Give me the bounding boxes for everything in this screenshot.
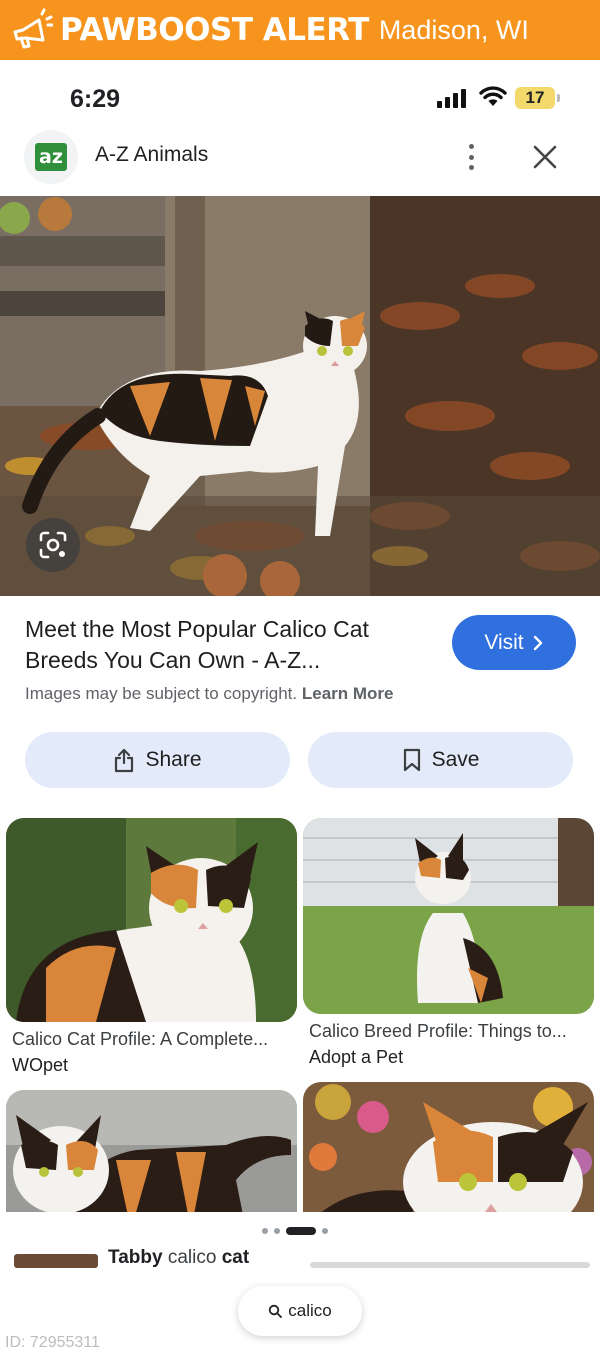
chevron-right-icon [533, 635, 542, 650]
banner-brand: PAWBOOST ALERT [60, 12, 369, 48]
logo-text: az [35, 143, 67, 171]
learn-more-link[interactable]: Learn More [302, 684, 394, 703]
related-image-1[interactable] [6, 818, 297, 1022]
battery-tip [557, 94, 560, 102]
calico-cat-photo [6, 1090, 297, 1230]
wifi-icon [479, 85, 507, 112]
listing-id: ID: 72955311 [5, 1334, 100, 1351]
partial-caption-middle: calico [162, 1247, 222, 1268]
signal-icon [437, 88, 466, 108]
related-image-2[interactable] [303, 818, 594, 1014]
related-source-1: WOpet [12, 1055, 69, 1075]
bookmark-icon [403, 748, 420, 772]
calico-cat-photo [6, 818, 297, 1022]
main-image[interactable] [0, 196, 600, 596]
pawboost-banner: PAWBOOST ALERT Madison, WI [0, 0, 600, 60]
partial-caption-suffix: cat [221, 1247, 250, 1268]
visit-button[interactable]: Visit [452, 615, 576, 670]
save-button[interactable]: Save [308, 732, 573, 788]
partial-caption-prefix: Tabby [108, 1247, 163, 1268]
visit-label: Visit [484, 630, 524, 654]
status-bar: 6:29 17 [0, 60, 600, 132]
calico-cat-photo [303, 818, 594, 1014]
copyright-text: Images may be subject to copyright. [25, 684, 298, 703]
copyright-notice: Images may be subject to copyright. Lear… [25, 684, 394, 704]
battery-icon: 17 [515, 87, 555, 109]
banner-location: Madison, WI [378, 14, 529, 45]
search-pill[interactable]: calico [238, 1286, 362, 1336]
search-query: calico [288, 1301, 332, 1320]
share-button[interactable]: Share [25, 732, 290, 788]
status-time: 6:29 [70, 85, 121, 113]
lens-icon[interactable] [26, 518, 80, 572]
partial-thumbnail [14, 1254, 98, 1268]
app-header: az A-Z Animals [0, 130, 600, 190]
related-caption-2[interactable]: Calico Breed Profile: Things to... [309, 1021, 567, 1042]
related-source-2: Adopt a Pet [309, 1047, 404, 1067]
battery-level: 17 [525, 88, 545, 107]
save-label: Save [431, 748, 480, 771]
site-logo[interactable]: az [24, 130, 78, 184]
related-image-4[interactable] [303, 1082, 594, 1230]
megaphone-icon [8, 7, 54, 53]
close-icon[interactable] [530, 142, 560, 172]
more-vert-icon[interactable] [460, 142, 482, 172]
share-label: Share [145, 748, 202, 771]
partial-caption: Tabby calico cat [108, 1247, 249, 1269]
calico-cat-photo [303, 1082, 594, 1230]
related-image-3[interactable] [6, 1090, 297, 1230]
result-title[interactable]: Meet the Most Popular Calico Cat Breeds … [25, 614, 435, 676]
page-indicator [262, 1227, 328, 1235]
partial-card-edge [310, 1262, 590, 1268]
share-icon [115, 748, 134, 773]
related-caption-1[interactable]: Calico Cat Profile: A Complete... [12, 1029, 268, 1050]
site-title[interactable]: A-Z Animals [95, 143, 208, 167]
search-icon [269, 1304, 283, 1318]
calico-cat-photo [0, 196, 600, 596]
